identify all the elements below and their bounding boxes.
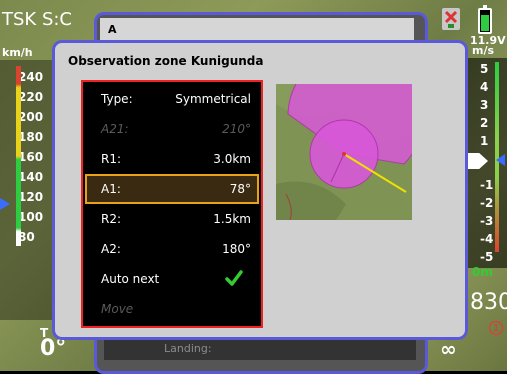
speed-tick: 120 xyxy=(18,190,44,204)
dialog-title: Observation zone Kunigunda xyxy=(68,54,264,68)
battery-icon xyxy=(478,5,492,34)
vario-unit: m/s xyxy=(472,44,495,57)
row-value: 210° xyxy=(222,122,251,136)
landing-label: Landing: xyxy=(104,338,416,360)
vario-tick: -3 xyxy=(480,214,494,228)
row-auto-next[interactable]: Auto next xyxy=(85,264,259,294)
row-move: Move xyxy=(85,294,259,324)
vario-tick: 4 xyxy=(480,80,489,94)
speed-tick: 140 xyxy=(18,170,44,184)
speed-tick: 200 xyxy=(18,110,44,124)
row-type[interactable]: Type: Symmetrical xyxy=(85,84,259,114)
check-icon[interactable] xyxy=(225,269,243,287)
row-value: 180° xyxy=(222,242,251,256)
row-label: A1: xyxy=(101,182,121,196)
waypoint-icon xyxy=(442,8,460,30)
speed-tick: 100 xyxy=(18,210,44,224)
speed-tick: 180 xyxy=(18,130,44,144)
waypoint-name[interactable]: A xyxy=(100,18,414,42)
vario-tick: 1 xyxy=(480,134,489,148)
row-label: R1: xyxy=(101,152,122,166)
vario-tick: -2 xyxy=(480,196,494,210)
row-label: Type: xyxy=(101,92,133,106)
speed-tick: 160 xyxy=(18,150,44,164)
row-label: Move xyxy=(101,302,134,316)
row-label: Auto next xyxy=(101,272,160,286)
row-a1[interactable]: A1: 78° xyxy=(85,174,259,204)
vario-tick: -1 xyxy=(480,178,494,192)
speed-tick: 220 xyxy=(18,90,44,104)
alert-circle-icon: 1 xyxy=(489,321,503,335)
row-value: 3.0km xyxy=(213,152,251,166)
speed-unit: km/h xyxy=(2,46,33,59)
row-label: A2: xyxy=(101,242,121,256)
vario-tick: 5 xyxy=(480,62,489,76)
speed-color-bar xyxy=(16,66,21,246)
vario-tick: 2 xyxy=(480,116,489,130)
row-value: 1.5km xyxy=(213,212,251,226)
speed-tick: 240 xyxy=(18,70,44,84)
vario-tick: -5 xyxy=(480,250,494,264)
zone-preview-map xyxy=(276,84,412,220)
row-value: Symmetrical xyxy=(175,92,251,106)
zone-properties-list: Type: Symmetrical A21: 210° R1: 3.0km A1… xyxy=(81,80,263,328)
altitude-value: 830 xyxy=(470,290,507,315)
task-status-label: TSK S:C xyxy=(2,9,73,30)
row-r2[interactable]: R2: 1.5km xyxy=(85,204,259,234)
vario-tick: 3 xyxy=(480,98,489,112)
row-a21: A21: 210° xyxy=(85,114,259,144)
speed-tape: 240 220 200 180 160 140 120 100 80 xyxy=(0,60,52,320)
vario-marker xyxy=(496,154,505,166)
row-r1[interactable]: R1: 3.0km xyxy=(85,144,259,174)
row-label: R2: xyxy=(101,212,122,226)
vario-zero-label: 0m xyxy=(472,265,493,279)
row-value: 78° xyxy=(229,182,251,196)
glide-ratio-value: ∞ xyxy=(440,337,457,361)
speed-marker xyxy=(0,198,10,210)
row-a2[interactable]: A2: 180° xyxy=(85,234,259,264)
vario-tick: -4 xyxy=(480,232,494,246)
row-label: A21: xyxy=(101,122,129,136)
